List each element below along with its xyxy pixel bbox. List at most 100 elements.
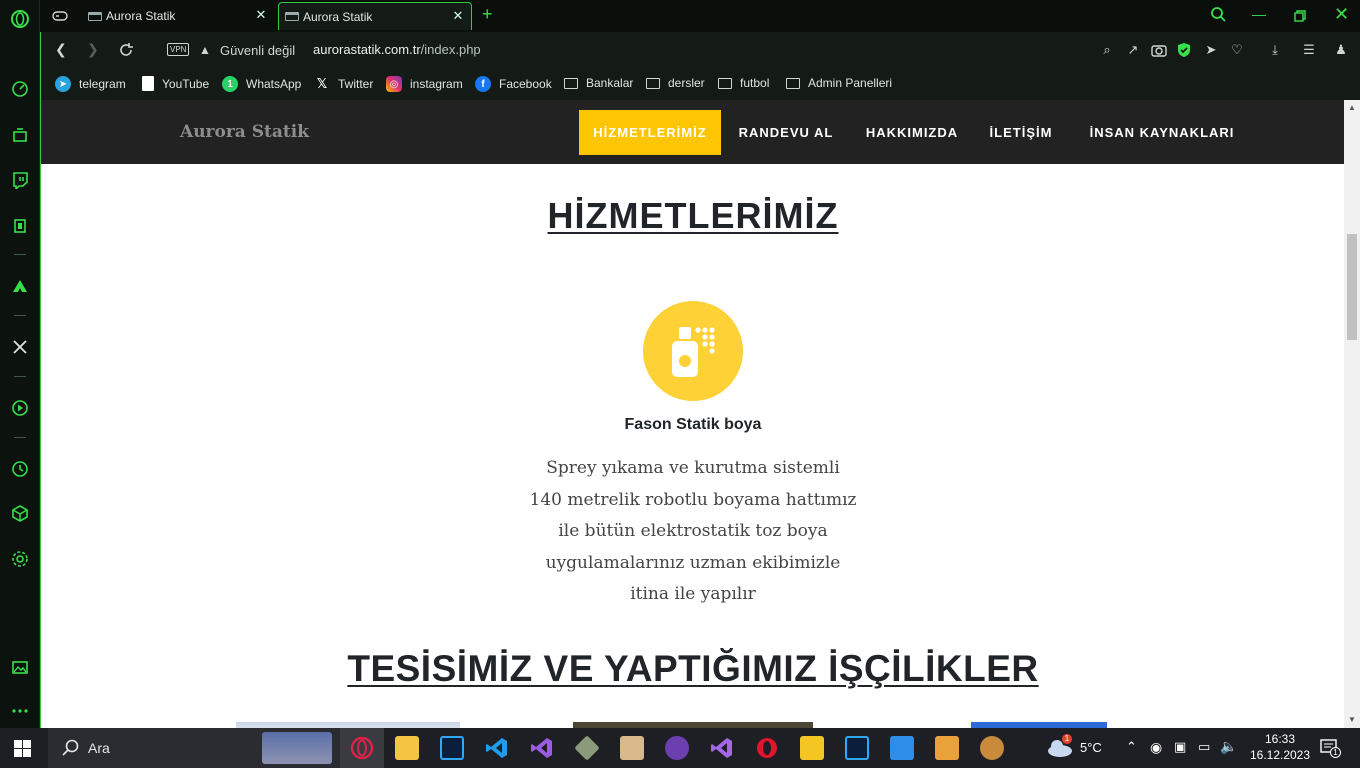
visual-studio-2-icon[interactable] bbox=[710, 736, 734, 760]
maximize-icon[interactable] bbox=[1294, 9, 1306, 27]
heart-icon[interactable]: ♡ bbox=[1229, 42, 1245, 58]
bookmark-label: Facebook bbox=[499, 77, 552, 91]
gamepad-icon[interactable] bbox=[52, 9, 68, 27]
bookmark-folder-bankalar[interactable]: Bankalar bbox=[564, 76, 633, 90]
bookmark-telegram[interactable]: ➤ telegram bbox=[55, 76, 126, 92]
bookmark-folder-admin[interactable]: Admin Panelleri bbox=[786, 76, 892, 90]
clock[interactable]: 16:33 16.12.2023 bbox=[1250, 732, 1310, 762]
gx-corner-icon[interactable] bbox=[9, 124, 31, 146]
facility-section-title: TESİSİMİZ VE YAPTIĞIMIZ İŞÇİLİKLER bbox=[347, 648, 1039, 689]
menu-hizmetlerimiz[interactable]: HİZMETLERİMİZ bbox=[579, 110, 721, 155]
close-tab-icon[interactable]: ✕ bbox=[254, 8, 268, 22]
whatsapp-icon: 1 bbox=[222, 76, 238, 92]
bookmark-instagram[interactable]: ◎ instagram bbox=[386, 76, 463, 92]
forward-icon[interactable]: ❯ bbox=[87, 41, 99, 58]
vpn-badge[interactable]: VPN bbox=[167, 43, 190, 56]
bookmark-whatsapp[interactable]: 1 WhatsApp bbox=[222, 76, 301, 92]
page-scrollbar[interactable]: ▲ ▼ bbox=[1344, 100, 1360, 728]
weather-widget[interactable]: 1 5°C bbox=[1046, 734, 1116, 760]
services-section: HİZMETLERİMİZ Fason Statik boya Sprey yı… bbox=[41, 164, 1345, 728]
url-field[interactable]: aurorastatik.com.tr/index.php bbox=[313, 42, 481, 57]
visual-studio-icon[interactable] bbox=[530, 736, 554, 760]
opera-logo-icon[interactable] bbox=[9, 8, 31, 30]
share-icon[interactable]: ↗ bbox=[1125, 42, 1141, 58]
scrollbar-thumb[interactable] bbox=[1347, 234, 1357, 340]
scroll-down-icon[interactable]: ▼ bbox=[1348, 715, 1356, 724]
opera-icon[interactable] bbox=[755, 736, 779, 760]
photoshop-icon[interactable] bbox=[440, 736, 464, 760]
close-tab-icon[interactable]: ✕ bbox=[451, 9, 465, 23]
network-icon[interactable]: ▭ bbox=[1198, 739, 1210, 755]
adblock-shield-icon[interactable] bbox=[1177, 42, 1191, 63]
player-icon[interactable] bbox=[9, 397, 31, 419]
aria-icon[interactable] bbox=[9, 275, 31, 297]
opera-gx-icon bbox=[350, 736, 374, 760]
vscode-icon[interactable] bbox=[485, 736, 509, 760]
more-icon[interactable] bbox=[9, 700, 31, 722]
close-window-icon[interactable]: ✕ bbox=[1334, 4, 1349, 25]
home-app-icon[interactable] bbox=[935, 736, 959, 760]
sticky-app-icon[interactable] bbox=[800, 736, 824, 760]
folder-icon bbox=[718, 77, 732, 89]
easy-setup-icon[interactable]: ☰ bbox=[1301, 42, 1317, 58]
photos-icon[interactable] bbox=[890, 736, 914, 760]
reload-icon[interactable] bbox=[118, 42, 134, 63]
gallery-icon[interactable] bbox=[9, 656, 31, 678]
app-diamond-icon[interactable] bbox=[574, 735, 600, 761]
send-icon[interactable]: ➤ bbox=[1203, 42, 1219, 58]
page-viewport: Aurora Statik HİZMETLERİMİZ RANDEVU AL H… bbox=[40, 100, 1360, 728]
history-icon[interactable] bbox=[9, 458, 31, 480]
tab-2[interactable]: Aurora Statik ✕ bbox=[278, 2, 472, 30]
profile-icon[interactable]: ♟ bbox=[1333, 42, 1349, 58]
bookmark-label: WhatsApp bbox=[246, 77, 302, 91]
description-line: uygulamalarınız uzman ekibimizle bbox=[545, 552, 841, 573]
menu-randevu[interactable]: RANDEVU AL bbox=[721, 110, 851, 155]
hardware-monitor-icon[interactable] bbox=[9, 215, 31, 237]
warning-icon[interactable]: ▲ bbox=[199, 43, 211, 57]
download-icon[interactable]: ⤓ bbox=[1267, 42, 1283, 58]
snapshot-icon[interactable] bbox=[1151, 43, 1167, 62]
x-sidebar-icon[interactable] bbox=[9, 336, 31, 358]
bookmark-folder-dersler[interactable]: dersler bbox=[646, 76, 705, 90]
tray-chevron-icon[interactable]: ⌃ bbox=[1126, 739, 1137, 755]
notification-center[interactable]: 1 bbox=[1320, 738, 1342, 758]
database-app-icon[interactable] bbox=[620, 736, 644, 760]
file-explorer-icon[interactable] bbox=[395, 736, 419, 760]
description-line: ile bütün elektrostatik toz boya bbox=[558, 521, 828, 541]
facebook-icon: f bbox=[475, 76, 491, 92]
ptv-icon[interactable] bbox=[665, 736, 689, 760]
bookmark-folder-futbol[interactable]: futbol bbox=[718, 76, 769, 90]
volume-icon[interactable]: 🔈 bbox=[1220, 738, 1237, 755]
menu-insan-kaynaklari[interactable]: İNSAN KAYNAKLARI bbox=[1069, 110, 1255, 155]
gx-control-icon[interactable] bbox=[9, 78, 31, 100]
minimize-icon[interactable]: — bbox=[1252, 6, 1266, 22]
photoshop-2-icon[interactable] bbox=[845, 736, 869, 760]
tray-record-icon[interactable]: ◉ bbox=[1150, 739, 1162, 756]
bookmark-label: dersler bbox=[668, 76, 705, 90]
paint-icon[interactable] bbox=[980, 736, 1004, 760]
new-tab-icon[interactable]: + bbox=[482, 4, 493, 25]
scroll-up-icon[interactable]: ▲ bbox=[1348, 103, 1356, 112]
back-icon[interactable]: ❮ bbox=[55, 41, 67, 58]
bookmark-twitter[interactable]: 𝕏 Twitter bbox=[314, 76, 374, 92]
tab-1[interactable]: Aurora Statik ✕ bbox=[82, 2, 274, 30]
bookmark-youtube[interactable]: YouTube bbox=[142, 76, 209, 91]
extensions-icon[interactable] bbox=[9, 502, 31, 524]
site-brand[interactable]: Aurora Statik bbox=[180, 122, 309, 142]
menu-hakkimizda[interactable]: HAKKIMIZDA bbox=[851, 110, 973, 155]
page-search-icon[interactable]: ⌕ bbox=[1099, 42, 1115, 58]
bookmark-facebook[interactable]: f Facebook bbox=[475, 76, 552, 92]
menu-iletisim[interactable]: İLETİŞİM bbox=[973, 110, 1069, 155]
favicon-icon bbox=[88, 11, 102, 21]
tray-camera-icon[interactable]: ▣ bbox=[1174, 739, 1186, 755]
security-status[interactable]: Güvenli değil bbox=[220, 43, 295, 58]
taskbar-active-app[interactable] bbox=[340, 728, 384, 768]
taskbar-search[interactable]: Ara bbox=[48, 728, 340, 768]
bookmark-label: telegram bbox=[79, 77, 126, 91]
windows-start-icon[interactable] bbox=[14, 740, 32, 758]
twitch-icon[interactable] bbox=[9, 169, 31, 191]
search-tabs-icon[interactable] bbox=[1210, 6, 1226, 27]
description-line: 140 metrelik robotlu boyama hattımız bbox=[529, 489, 857, 510]
settings-icon[interactable] bbox=[9, 548, 31, 570]
bookmark-label: Admin Panelleri bbox=[808, 76, 893, 90]
